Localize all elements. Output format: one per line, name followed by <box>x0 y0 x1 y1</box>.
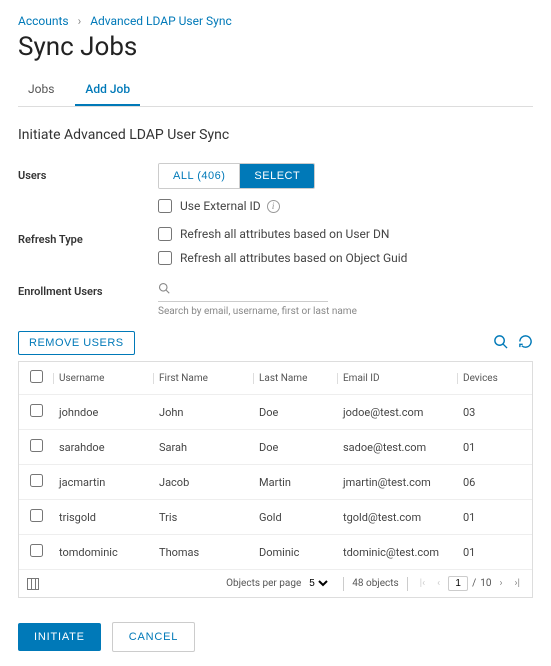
checkbox-use-external-id[interactable] <box>158 199 172 213</box>
cell-first-name: Jacob <box>153 467 253 498</box>
table-row[interactable]: trisgoldTrisGoldtgold@test.com01 <box>19 500 532 535</box>
per-page-label: Objects per page <box>226 578 301 589</box>
users-toggle-select[interactable]: SELECT <box>239 164 314 188</box>
search-hint: Search by email, username, first or last… <box>158 306 533 317</box>
row-checkbox[interactable] <box>30 509 43 522</box>
breadcrumb-advanced-ldap[interactable]: Advanced LDAP User Sync <box>90 14 232 28</box>
row-checkbox[interactable] <box>30 474 43 487</box>
users-toggle-group: ALL (406) SELECT <box>158 163 315 189</box>
cell-first-name: Tris <box>153 502 253 533</box>
section-title: Initiate Advanced LDAP User Sync <box>18 127 533 143</box>
cell-last-name: Doe <box>253 397 337 428</box>
label-refresh-object-guid: Refresh all attributes based on Object G… <box>180 251 407 265</box>
row-checkbox[interactable] <box>30 439 43 452</box>
page-last-icon[interactable]: ›| <box>511 578 524 589</box>
row-checkbox[interactable] <box>30 544 43 557</box>
tab-jobs[interactable]: Jobs <box>18 76 64 104</box>
cell-email: jodoe@test.com <box>337 397 457 428</box>
page-first-icon[interactable]: |‹ <box>416 578 429 589</box>
cell-last-name: Dominic <box>253 537 337 568</box>
table-row[interactable]: sarahdoeSarahDoesadoe@test.com01 <box>19 430 532 465</box>
table-footer: Objects per page 5 48 objects |‹ ‹ / 10 … <box>19 570 532 597</box>
page-total: 10 <box>480 578 491 589</box>
label-refresh-user-dn: Refresh all attributes based on User DN <box>180 227 389 241</box>
label-enrollment-users: Enrollment Users <box>18 279 158 298</box>
col-username[interactable]: Username <box>53 365 153 392</box>
page-sep: / <box>472 578 476 589</box>
initiate-button[interactable]: INITIATE <box>18 623 101 651</box>
page-prev-icon[interactable]: ‹ <box>433 578 444 589</box>
info-icon[interactable]: i <box>267 200 280 213</box>
cell-username: johndoe <box>53 397 153 428</box>
col-email[interactable]: Email ID <box>337 365 457 392</box>
cell-email: jmartin@test.com <box>337 467 457 498</box>
col-last-name[interactable]: Last Name <box>253 365 337 392</box>
cell-devices: 06 <box>457 467 532 498</box>
cell-username: jacmartin <box>53 467 153 498</box>
cell-devices: 01 <box>457 502 532 533</box>
table-row[interactable]: tomdominicThomasDominictdominic@test.com… <box>19 535 532 570</box>
search-table-icon[interactable] <box>493 334 508 353</box>
row-checkbox[interactable] <box>30 404 43 417</box>
breadcrumb: Accounts › Advanced LDAP User Sync <box>18 14 533 28</box>
cancel-button[interactable]: CANCEL <box>112 622 195 652</box>
remove-users-button[interactable]: REMOVE USERS <box>18 331 135 355</box>
users-table: Username First Name Last Name Email ID D… <box>18 361 533 598</box>
users-toggle-all[interactable]: ALL (406) <box>159 164 239 188</box>
search-icon <box>158 283 173 298</box>
total-objects: 48 objects <box>352 578 398 589</box>
cell-devices: 01 <box>457 537 532 568</box>
breadcrumb-accounts[interactable]: Accounts <box>18 14 69 28</box>
page-next-icon[interactable]: › <box>496 578 507 589</box>
checkbox-refresh-object-guid[interactable] <box>158 251 172 265</box>
cell-username: trisgold <box>53 502 153 533</box>
page-number-input[interactable] <box>448 576 468 591</box>
search-input[interactable] <box>177 279 317 301</box>
table-row[interactable]: jacmartinJacobMartinjmartin@test.com06 <box>19 465 532 500</box>
cell-devices: 03 <box>457 397 532 428</box>
cell-first-name: Thomas <box>153 537 253 568</box>
checkbox-refresh-user-dn[interactable] <box>158 227 172 241</box>
cell-last-name: Gold <box>253 502 337 533</box>
label-refresh-type: Refresh Type <box>18 227 158 246</box>
table-row[interactable]: johndoeJohnDoejodoe@test.com03 <box>19 395 532 430</box>
cell-username: tomdominic <box>53 537 153 568</box>
cell-username: sarahdoe <box>53 432 153 463</box>
refresh-icon[interactable] <box>518 334 533 353</box>
cell-email: sadoe@test.com <box>337 432 457 463</box>
cell-last-name: Doe <box>253 432 337 463</box>
cell-devices: 01 <box>457 432 532 463</box>
per-page-select[interactable]: 5 <box>305 577 331 590</box>
checkbox-select-all[interactable] <box>30 370 43 383</box>
cell-first-name: John <box>153 397 253 428</box>
cell-last-name: Martin <box>253 467 337 498</box>
cell-email: tgold@test.com <box>337 502 457 533</box>
label-use-external-id: Use External ID <box>180 199 261 213</box>
chevron-right-icon: › <box>78 14 82 28</box>
col-first-name[interactable]: First Name <box>153 365 253 392</box>
cell-first-name: Sarah <box>153 432 253 463</box>
tabs: Jobs Add Job <box>18 76 533 107</box>
table-header: Username First Name Last Name Email ID D… <box>19 362 532 395</box>
column-picker-icon[interactable] <box>27 578 39 590</box>
cell-email: tdominic@test.com <box>337 537 457 568</box>
tab-add-job[interactable]: Add Job <box>75 76 140 106</box>
page-title: Sync Jobs <box>18 32 533 62</box>
col-devices[interactable]: Devices <box>457 365 532 392</box>
label-users: Users <box>18 163 158 182</box>
